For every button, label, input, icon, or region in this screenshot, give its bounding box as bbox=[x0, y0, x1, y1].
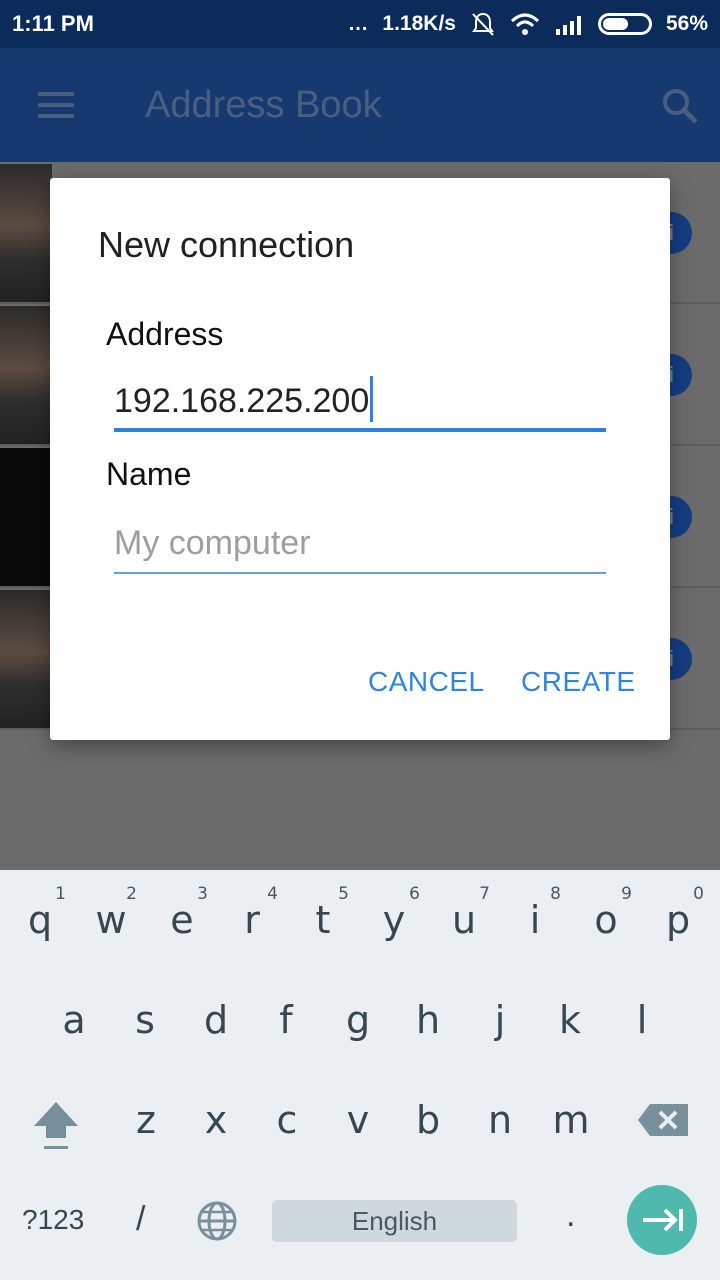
signal-icon bbox=[555, 16, 581, 35]
page-title: Address Book bbox=[145, 84, 382, 126]
backspace-icon[interactable] bbox=[636, 1102, 690, 1138]
space-key[interactable]: English bbox=[272, 1200, 517, 1242]
key-slash[interactable]: / bbox=[136, 1200, 145, 1239]
soft-keyboard: q1 w2 e3 r4 t5 y6 u7 i8 o9 p0 a s d f g … bbox=[0, 870, 720, 1280]
key-l[interactable]: l bbox=[612, 998, 672, 1078]
app-bar: Address Book bbox=[0, 48, 720, 162]
key-y[interactable]: y6 bbox=[364, 870, 424, 950]
status-bar: 1:11 PM ... 1.18K/s 56% bbox=[0, 0, 720, 48]
name-placeholder: My computer bbox=[114, 524, 311, 562]
menu-icon[interactable] bbox=[38, 92, 74, 118]
name-field[interactable]: My computer bbox=[114, 516, 606, 574]
key-j[interactable]: j bbox=[470, 998, 530, 1078]
cancel-button[interactable]: CANCEL bbox=[368, 666, 485, 698]
key-c[interactable]: c bbox=[257, 1098, 317, 1178]
key-n[interactable]: n bbox=[470, 1098, 530, 1178]
dialog-title: New connection bbox=[98, 224, 355, 265]
battery-icon bbox=[597, 13, 652, 35]
search-icon[interactable] bbox=[660, 86, 700, 126]
symbols-key[interactable]: ?123 bbox=[22, 1204, 84, 1236]
mute-icon bbox=[472, 12, 494, 36]
address-label: Address bbox=[106, 316, 224, 352]
name-label: Name bbox=[106, 456, 192, 492]
status-icons: ... 1.18K/s 56% bbox=[349, 11, 708, 37]
connection-thumbnail bbox=[0, 306, 52, 444]
status-time: 1:11 PM bbox=[12, 11, 94, 36]
key-v[interactable]: v bbox=[328, 1098, 388, 1178]
key-w[interactable]: w2 bbox=[81, 870, 141, 950]
network-speed: 1.18K/s bbox=[382, 12, 456, 35]
connection-thumbnail bbox=[0, 448, 52, 586]
globe-icon[interactable] bbox=[196, 1200, 238, 1242]
key-period[interactable]: . bbox=[566, 1196, 575, 1235]
shift-icon[interactable] bbox=[30, 1098, 82, 1154]
key-r[interactable]: r4 bbox=[222, 870, 282, 950]
battery-percent: 56% bbox=[665, 12, 708, 35]
address-value: 192.168.225.200 bbox=[114, 382, 370, 420]
wifi-icon bbox=[510, 13, 539, 35]
key-k[interactable]: k bbox=[540, 998, 600, 1078]
key-t[interactable]: t5 bbox=[293, 870, 353, 950]
key-x[interactable]: x bbox=[186, 1098, 246, 1178]
key-q[interactable]: q1 bbox=[10, 870, 70, 950]
key-m[interactable]: m bbox=[541, 1098, 601, 1178]
key-a[interactable]: a bbox=[44, 998, 104, 1078]
connection-thumbnail bbox=[0, 590, 52, 728]
key-f[interactable]: f bbox=[256, 998, 316, 1078]
text-cursor bbox=[370, 376, 374, 422]
more-notifications-icon: ... bbox=[348, 12, 369, 35]
key-z[interactable]: z bbox=[116, 1098, 176, 1178]
enter-button[interactable] bbox=[627, 1185, 697, 1255]
key-e[interactable]: e3 bbox=[152, 870, 212, 950]
next-arrow-icon bbox=[643, 1208, 683, 1232]
key-b[interactable]: b bbox=[398, 1098, 458, 1178]
key-s[interactable]: s bbox=[115, 998, 175, 1078]
new-connection-dialog: New connection Address 192.168.225.200 N… bbox=[50, 178, 670, 740]
key-i[interactable]: i8 bbox=[505, 870, 565, 950]
address-field[interactable]: 192.168.225.200 bbox=[114, 374, 606, 432]
create-button[interactable]: CREATE bbox=[521, 666, 636, 698]
connection-thumbnail bbox=[0, 164, 52, 302]
key-u[interactable]: u7 bbox=[434, 870, 494, 950]
key-h[interactable]: h bbox=[398, 998, 458, 1078]
key-o[interactable]: o9 bbox=[576, 870, 636, 950]
key-p[interactable]: p0 bbox=[648, 870, 708, 950]
key-g[interactable]: g bbox=[328, 998, 388, 1078]
key-d[interactable]: d bbox=[186, 998, 246, 1078]
